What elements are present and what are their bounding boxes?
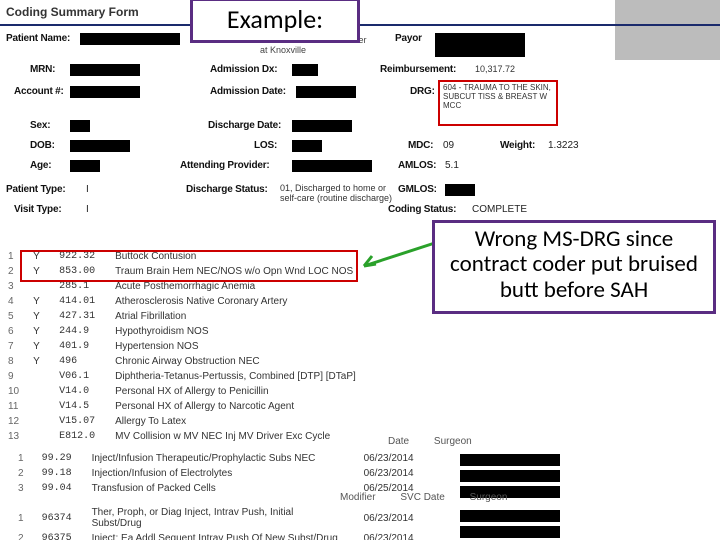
table-row: 12V15.07Allergy To Latex [2, 415, 362, 428]
slide: Coding Summary Form Patient Name: Tennes… [0, 0, 720, 540]
table-row: 299.18Injection/Infusion of Electrolytes… [10, 467, 422, 480]
table-row: 4Y414.01Atherosclerosis Native Coronary … [2, 295, 362, 308]
proc-header: Date Surgeon [388, 436, 494, 447]
label-discharge-status: Discharge Status: [186, 184, 268, 195]
table-row: 5Y427.31Atrial Fibrillation [2, 310, 362, 323]
procedure-table-1: 199.29Inject/Infusion Therapeutic/Prophy… [8, 450, 424, 497]
value-drg-highlighted: 604 - TRAUMA TO THE SKIN, SUBCUT TISS & … [438, 80, 558, 126]
label-admission-dx: Admission Dx: [210, 64, 277, 75]
value-visit-type: I [86, 204, 89, 215]
label-gmlos: GMLOS: [398, 184, 437, 195]
value-patient-type: I [86, 184, 89, 195]
form-title: Coding Summary Form [6, 5, 139, 19]
label-age: Age: [30, 160, 51, 171]
redacted-surgeon [460, 510, 560, 522]
redacted-surgeon [460, 470, 560, 482]
table-row: 7Y401.9Hypertension NOS [2, 340, 362, 353]
redacted-gmlos [445, 184, 475, 196]
redacted-age [70, 160, 100, 172]
label-mdc: MDC: [408, 140, 433, 151]
label-patient-type: Patient Type: [6, 184, 65, 195]
label-attending: Attending Provider: [180, 160, 270, 171]
label-dob: DOB: [30, 140, 55, 151]
col-modifier: Modifier [340, 492, 376, 503]
label-coding-status: Coding Status: [388, 204, 456, 215]
label-visit-type: Visit Type: [14, 204, 61, 215]
value-discharge-status: 01, Discharged to home or self-care (rou… [280, 184, 400, 204]
table-row: 199.29Inject/Infusion Therapeutic/Prophy… [10, 452, 422, 465]
redacted-los [292, 140, 322, 152]
value-reimbursement: 10,317.72 [475, 64, 515, 74]
divider [0, 24, 720, 26]
redacted-admission-date [296, 86, 356, 98]
callout-example: Example: [190, 0, 360, 43]
value-mdc: 09 [443, 140, 454, 151]
label-patient-name: Patient Name: [6, 33, 70, 44]
label-sex: Sex: [30, 120, 50, 131]
redacted-admission-dx [292, 64, 318, 76]
label-amlos: AMLOS: [398, 160, 436, 171]
label-mrn: MRN: [30, 64, 55, 75]
redacted-sex [70, 120, 90, 132]
col-surgeon2: Surgeon [470, 492, 508, 503]
table-row: 196374Ther, Proph, or Diag Inject, Intra… [10, 506, 422, 530]
table-row: 13E812.0MV Collision w MV NEC Inj MV Dri… [2, 430, 362, 443]
value-coding-status: COMPLETE [472, 204, 527, 215]
table-row: 10V14.0Personal HX of Allergy to Penicil… [2, 385, 362, 398]
table-row: 296375Inject; Ea Addl Sequent Intrav Pus… [10, 532, 422, 540]
label-reimbursement: Reimbursement: [380, 64, 456, 75]
value-weight: 1.3223 [548, 140, 579, 151]
col-date: Date [388, 436, 409, 447]
redacted-attending [292, 160, 372, 172]
label-admission-date: Admission Date: [210, 86, 286, 97]
table-row: 6Y244.9Hypothyroidism NOS [2, 325, 362, 338]
callout-note: Wrong MS-DRG since contract coder put br… [432, 220, 716, 314]
redacted-account [70, 86, 140, 98]
proc-header-2: Modifier SVC Date Surgeon [340, 492, 529, 503]
col-surgeon: Surgeon [434, 436, 472, 447]
label-los: LOS: [254, 140, 277, 151]
label-weight: Weight: [500, 140, 535, 151]
label-payor: Payor [395, 33, 422, 44]
label-discharge-date: Discharge Date: [208, 120, 281, 131]
value-amlos: 5.1 [445, 160, 459, 171]
table-row: 8Y496Chronic Airway Obstruction NEC [2, 355, 362, 368]
label-drg: DRG: [410, 86, 435, 97]
redacted-dob [70, 140, 130, 152]
col-svcdate: SVC Date [400, 492, 444, 503]
redacted-discharge-date [292, 120, 352, 132]
redacted-surgeon [460, 526, 560, 538]
procedure-table-2: 196374Ther, Proph, or Diag Inject, Intra… [8, 504, 424, 540]
table-row: 11V14.5Personal HX of Allergy to Narcoti… [2, 400, 362, 413]
redacted-surgeon [460, 454, 560, 466]
redacted-patient-name [80, 33, 180, 45]
redacted-payor [435, 33, 525, 57]
table-row: 9V06.1Diphtheria-Tetanus-Pertussis, Comb… [2, 370, 362, 383]
highlighted-dx-rows [20, 250, 358, 282]
label-account: Account #: [14, 86, 64, 97]
redacted-mrn [70, 64, 140, 76]
